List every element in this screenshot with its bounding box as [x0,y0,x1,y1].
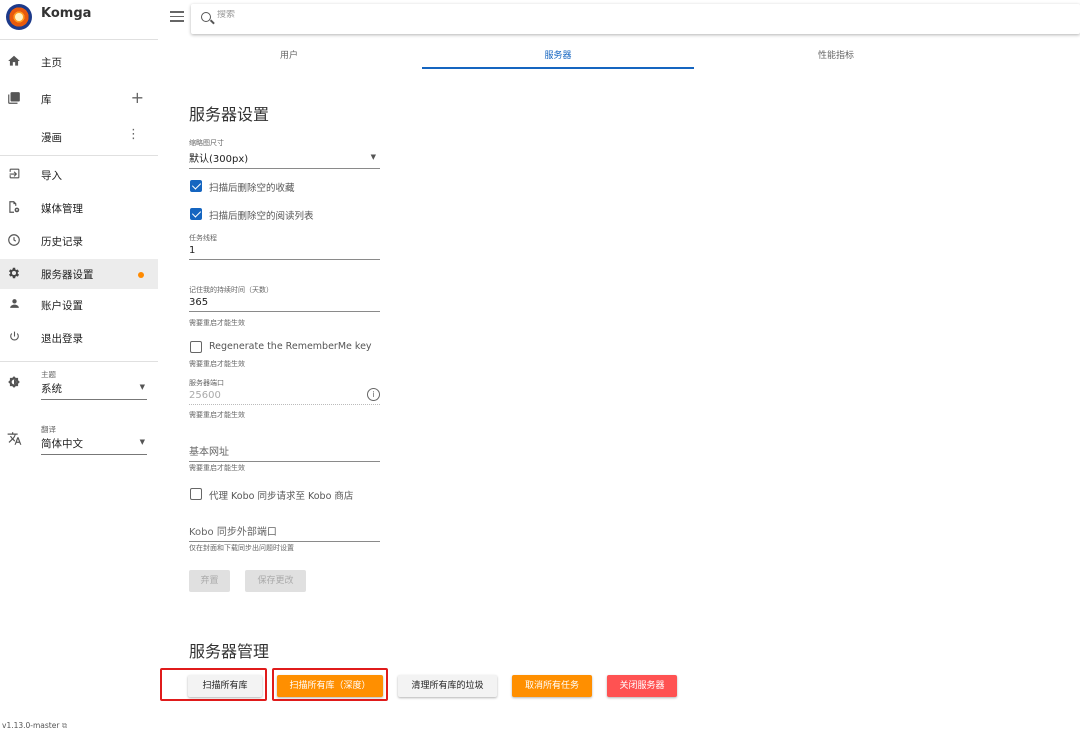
scan-all-libraries-button[interactable]: 扫描所有库 [188,675,262,697]
remember-me-duration-field[interactable]: 记住我的持续时间（天数） 365 [189,285,380,312]
sidebar-item-libraries[interactable]: 库 + [0,84,158,114]
empty-trash-button[interactable]: 清理所有库的垃圾 [398,675,497,697]
theme-select[interactable]: 主题 系统 ▼ [41,369,147,400]
remember-me-value: 365 [189,297,380,312]
checkbox-unchecked-icon [190,341,202,353]
clock-icon [6,233,22,249]
dropdown-arrow-icon: ▼ [139,383,145,391]
server-port-hint: 需要重启才能生效 [189,411,245,419]
thumbnail-size-select[interactable]: 缩略图尺寸 默认(300px) ▼ [189,138,380,169]
thumbnail-size-value: 默认(300px) ▼ [189,150,380,169]
add-library-icon[interactable]: + [131,88,144,107]
status-dot [138,272,144,278]
sidebar-item-logout[interactable]: 退出登录 [0,323,158,353]
sidebar-item-label: 导入 [41,170,62,182]
server-port-value: 25600 i [189,388,380,405]
shutdown-server-button[interactable]: 关闭服务器 [607,675,677,697]
sidebar-item-label: 退出登录 [41,333,83,345]
sidebar-item-label: 服务器设置 [41,269,94,281]
tab-users[interactable]: 用户 [153,48,425,61]
theme-value: 系统 ▼ [41,381,147,400]
kobo-port-input[interactable]: Kobo 同步外部端口 [189,523,380,542]
sidebar-item-import[interactable]: 导入 [0,160,158,190]
checkbox-label: 扫描后删除空的阅读列表 [209,211,314,222]
sidebar-item-label: 主页 [41,57,62,69]
regenerate-hint: 需要重启才能生效 [189,360,245,368]
kobo-port-field[interactable]: Kobo 同步外部端口 [189,521,380,542]
server-port-caption: 服务器端口 [189,379,224,387]
server-settings-title: 服务器设置 [189,105,270,124]
checkbox-label: Regenerate the RememberMe key [209,341,372,352]
tab-metrics[interactable]: 性能指标 [700,48,972,61]
sidebar: Komga 主页 库 + 漫画 ⋮ 导入 媒体管理 历史记录 服务器设置 账户设… [0,0,158,741]
sidebar-item-manga[interactable]: 漫画 ⋮ [0,122,158,152]
checkbox-checked-icon [190,208,202,220]
base-url-input[interactable]: 基本网址 [189,443,380,462]
theme-icon [6,375,22,391]
active-tab-indicator [422,67,694,69]
save-changes-button[interactable]: 保存更改 [245,570,306,592]
power-icon [6,330,22,346]
gear-icon [6,266,22,282]
sidebar-item-home[interactable]: 主页 [0,47,158,77]
remember-me-caption: 记住我的持续时间（天数） [189,286,273,294]
komga-logo-icon [6,4,32,30]
home-icon [6,54,22,70]
sidebar-item-label: 库 [41,94,52,106]
sidebar-item-media-management[interactable]: 媒体管理 [0,193,158,223]
more-vert-icon[interactable]: ⋮ [127,127,140,142]
dropdown-arrow-icon: ▼ [370,153,376,161]
media-management-icon [6,200,22,216]
base-url-field[interactable]: 基本网址 [189,441,380,462]
search-input[interactable] [217,10,517,20]
brand: Komga [0,0,158,40]
sidebar-item-label: 账户设置 [41,300,83,312]
base-url-hint: 需要重启才能生效 [189,464,245,472]
sidebar-item-server-settings[interactable]: 服务器设置 [0,259,158,289]
sidebar-item-label: 漫画 [41,132,62,144]
search-icon [201,12,211,22]
task-threads-field[interactable]: 任务线程 1 [189,233,380,260]
discard-button[interactable]: 弃置 [189,570,230,592]
sidebar-divider [0,155,158,156]
top-bar [158,0,1080,40]
library-books-icon [6,91,22,107]
sidebar-item-label: 历史记录 [41,236,83,248]
search-bar[interactable] [191,4,1080,34]
info-icon[interactable]: i [367,388,380,401]
import-icon [6,167,22,183]
checkbox-unchecked-icon [190,488,202,500]
sidebar-item-history[interactable]: 历史记录 [0,226,158,256]
thumbnail-size-caption: 缩略图尺寸 [189,139,224,147]
translate-icon [6,431,22,447]
person-icon [6,297,22,313]
sidebar-divider [0,361,158,362]
remember-me-hint: 需要重启才能生效 [189,319,245,327]
version-label[interactable]: v1.13.0-master ⧉ [2,721,67,731]
language-caption: 翻译 [41,425,56,434]
sidebar-item-account[interactable]: 账户设置 [0,290,158,320]
dropdown-arrow-icon: ▼ [139,438,145,446]
external-link-icon: ⧉ [61,721,68,730]
theme-caption: 主题 [41,370,56,379]
checkbox-checked-icon [190,180,202,192]
tab-server[interactable]: 服务器 [422,48,694,61]
cancel-all-tasks-button[interactable]: 取消所有任务 [512,675,592,697]
server-port-field[interactable]: 服务器端口 25600 i [189,378,380,405]
task-threads-caption: 任务线程 [189,234,217,242]
deep-scan-all-libraries-button[interactable]: 扫描所有库（深度） [277,675,383,697]
task-threads-value: 1 [189,245,380,260]
server-management-title: 服务器管理 [189,642,270,661]
app-name: Komga [41,6,92,21]
menu-icon[interactable] [170,11,184,23]
language-select[interactable]: 翻译 简体中文 ▼ [41,424,147,455]
language-value: 简体中文 ▼ [41,436,147,455]
checkbox-label: 代理 Kobo 同步请求至 Kobo 商店 [209,491,354,502]
checkbox-label: 扫描后删除空的收藏 [209,183,295,194]
sidebar-item-label: 媒体管理 [41,203,83,215]
kobo-port-hint: 仅在封面和下载同步出问题时设置 [189,544,294,552]
